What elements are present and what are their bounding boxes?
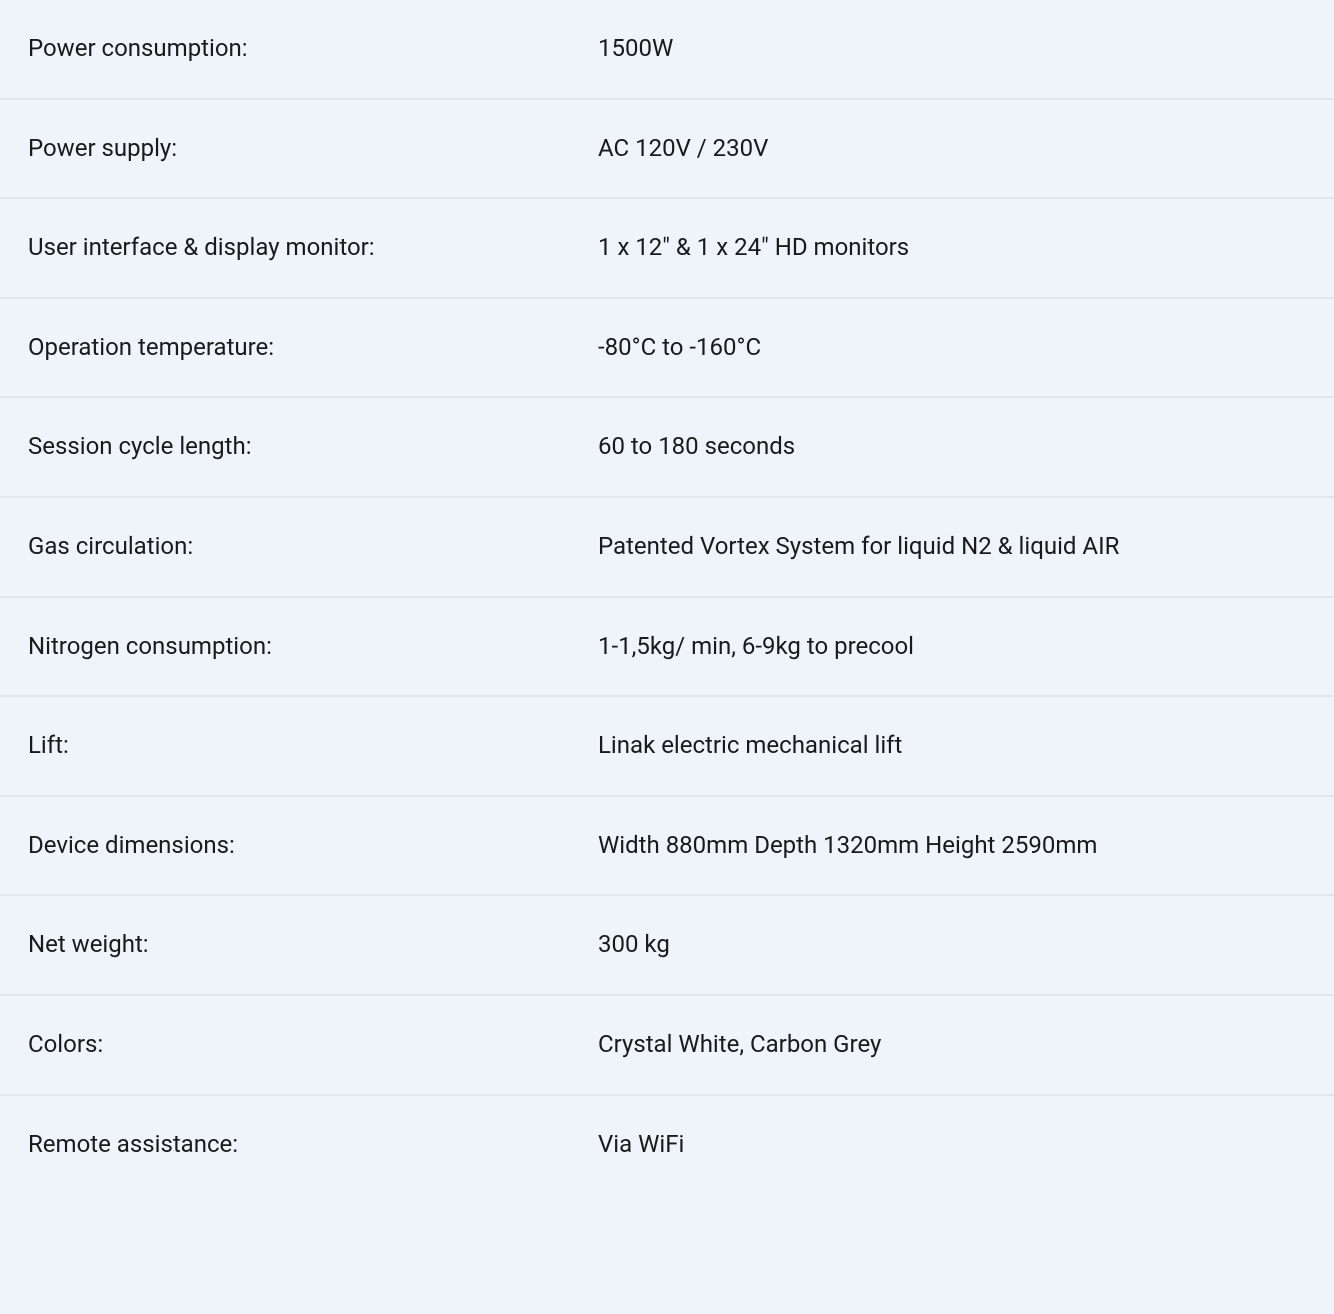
spec-label: Power supply: xyxy=(28,132,598,166)
spec-row: Colors: Crystal White, Carbon Grey xyxy=(0,996,1334,1096)
spec-row: Device dimensions: Width 880mm Depth 132… xyxy=(0,797,1334,897)
spec-label: User interface & display monitor: xyxy=(28,231,598,265)
spec-value: Patented Vortex System for liquid N2 & l… xyxy=(598,530,1306,564)
spec-value: 1 x 12" & 1 x 24" HD monitors xyxy=(598,231,1306,265)
spec-row: Net weight: 300 kg xyxy=(0,896,1334,996)
spec-row: Nitrogen consumption: 1-1,5kg/ min, 6-9k… xyxy=(0,598,1334,698)
spec-label: Gas circulation: xyxy=(28,530,598,564)
spec-value: AC 120V / 230V xyxy=(598,132,1306,166)
spec-row: Power supply: AC 120V / 230V xyxy=(0,100,1334,200)
spec-label: Net weight: xyxy=(28,928,598,962)
spec-value: Linak electric mechanical lift xyxy=(598,729,1306,763)
spec-value: Crystal White, Carbon Grey xyxy=(598,1028,1306,1062)
spec-label: Operation temperature: xyxy=(28,331,598,365)
spec-row: Operation temperature: -80°C to -160°C xyxy=(0,299,1334,399)
spec-label: Device dimensions: xyxy=(28,829,598,863)
spec-value: 1-1,5kg/ min, 6-9kg to precool xyxy=(598,630,1306,664)
spec-row: Lift: Linak electric mechanical lift xyxy=(0,697,1334,797)
spec-row: Session cycle length: 60 to 180 seconds xyxy=(0,398,1334,498)
spec-row: Power consumption: 1500W xyxy=(0,0,1334,100)
spec-label: Remote assistance: xyxy=(28,1128,598,1162)
spec-label: Nitrogen consumption: xyxy=(28,630,598,664)
spec-value: -80°C to -160°C xyxy=(598,331,1306,365)
spec-row: User interface & display monitor: 1 x 12… xyxy=(0,199,1334,299)
spec-label: Lift: xyxy=(28,729,598,763)
spec-value: 1500W xyxy=(598,32,1306,66)
spec-value: 60 to 180 seconds xyxy=(598,430,1306,464)
spec-value: Via WiFi xyxy=(598,1128,1306,1162)
spec-row: Remote assistance: Via WiFi xyxy=(0,1096,1334,1194)
spec-value: Width 880mm Depth 1320mm Height 2590mm xyxy=(598,829,1306,863)
specifications-table: Power consumption: 1500W Power supply: A… xyxy=(0,0,1334,1193)
spec-label: Colors: xyxy=(28,1028,598,1062)
spec-label: Power consumption: xyxy=(28,32,598,66)
spec-row: Gas circulation: Patented Vortex System … xyxy=(0,498,1334,598)
spec-value: 300 kg xyxy=(598,928,1306,962)
spec-label: Session cycle length: xyxy=(28,430,598,464)
